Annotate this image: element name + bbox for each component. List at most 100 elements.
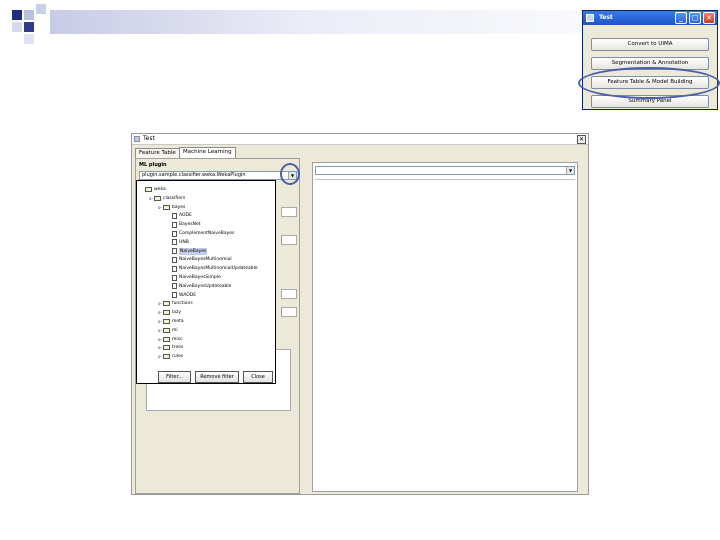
tree-leaf-item[interactable]: NaiveBayesMultinomialUpdateable — [167, 265, 258, 272]
highlight-ellipse — [280, 163, 300, 185]
text-field[interactable] — [281, 307, 297, 317]
tree-folder-item[interactable]: o-rules — [158, 353, 183, 360]
convert-to-uima-button[interactable]: Convert to UIMA — [591, 38, 709, 51]
classifier-tree-popup: weka o-classifiers o-bayes AODE BayesNet Comp… — [136, 180, 276, 384]
expand-toggle-icon[interactable]: o- — [149, 195, 153, 202]
tree-leaf-item[interactable]: WAODE — [167, 292, 196, 299]
file-icon — [172, 265, 177, 272]
highlight-ellipse — [578, 67, 720, 99]
folder-icon — [154, 195, 161, 201]
results-select[interactable]: ▼ — [315, 166, 575, 175]
remove-filter-button[interactable]: Remove filter — [195, 371, 239, 383]
folder-icon — [163, 301, 170, 307]
folder-icon — [163, 354, 170, 360]
close-icon[interactable]: ✕ — [577, 135, 586, 144]
file-icon — [172, 212, 177, 219]
decor-square — [24, 34, 34, 44]
close-icon[interactable]: ✕ — [703, 12, 715, 24]
tree-leaf-item[interactable]: NaiveBayes — [167, 247, 208, 255]
tree-folder-item[interactable]: o-mi — [158, 327, 178, 334]
ml-plugin-select[interactable]: plugin.sample.classifier.weka.WekaPlugin… — [139, 171, 297, 180]
file-icon — [172, 256, 177, 263]
tree-item-label: ComplementNaiveBayes — [179, 231, 235, 236]
tree-folder-item[interactable]: o-classifiers — [149, 195, 185, 202]
file-icon — [172, 292, 177, 299]
expand-toggle-icon[interactable]: o- — [158, 336, 162, 343]
tree-leaf-item[interactable]: NaiveBayesUpdateable — [167, 283, 231, 290]
folder-icon — [163, 204, 170, 210]
folder-icon — [163, 327, 170, 333]
tree-leaf-item[interactable]: HNB — [167, 239, 189, 246]
folder-icon — [163, 310, 170, 316]
decor-square — [36, 4, 46, 14]
expand-toggle-icon[interactable]: o- — [158, 344, 162, 351]
secondary-select[interactable] — [281, 207, 297, 217]
filter-button[interactable]: Filter... — [158, 371, 191, 383]
tree-item-label: NaiveBayesUpdateable — [179, 283, 232, 289]
tree-folder-item[interactable]: o-misc — [158, 336, 182, 343]
ml-plugin-value: plugin.sample.classifier.weka.WekaPlugin — [142, 172, 246, 178]
text-field[interactable] — [281, 289, 297, 299]
tree-leaf-item[interactable]: BayesNet — [167, 221, 201, 228]
tree-item-label: classifiers — [163, 195, 186, 201]
folder-icon — [145, 187, 152, 192]
tree-item-label: meta — [172, 319, 184, 324]
right-panel: ▼ — [312, 162, 578, 492]
folder-icon — [163, 319, 170, 324]
file-icon — [172, 248, 177, 255]
decor-square — [24, 22, 34, 32]
expand-toggle-icon[interactable]: o- — [158, 318, 162, 325]
tree-item-label: mi — [172, 327, 178, 333]
app-icon — [134, 136, 140, 142]
tab-machine-learning[interactable]: Machine Learning — [179, 147, 236, 158]
app-icon — [586, 14, 594, 22]
mini-window-title: Test — [599, 14, 613, 21]
tree-item-label: weka — [154, 187, 166, 192]
minimize-icon[interactable]: _ — [675, 12, 687, 24]
main-window-titlebar: Test ✕ — [132, 134, 588, 145]
tree-item-label: BayesNet — [179, 222, 201, 228]
tree-item-label: NaiveBayesSimple — [179, 275, 221, 280]
tree-item-label: rules — [172, 354, 184, 360]
tab-feature-table[interactable]: Feature Table — [135, 148, 180, 158]
tree-leaf-item[interactable]: NaiveBayesSimple — [167, 274, 221, 281]
tree-item-label: NaiveBayesMultinomialUpdateable — [179, 266, 258, 272]
tree-folder-item[interactable]: o-functions — [158, 300, 193, 307]
tree-folder-item[interactable]: o-meta — [158, 318, 184, 325]
expand-toggle-icon[interactable]: o- — [158, 309, 162, 316]
close-button[interactable]: Close — [243, 371, 273, 383]
tree-item-label: lazy — [172, 310, 182, 316]
tree-folder-item[interactable]: o-lazy — [158, 309, 181, 316]
ml-plugin-label: ML plugin — [139, 162, 167, 168]
tree-item-label: trees — [172, 345, 184, 351]
tree-item-label: AODE — [179, 213, 192, 219]
chevron-down-icon[interactable]: ▼ — [566, 167, 574, 174]
results-area — [315, 179, 575, 489]
file-icon — [172, 221, 177, 228]
text-field[interactable] — [281, 235, 297, 245]
tree-leaf-item[interactable]: AODE — [167, 212, 192, 219]
tree-item-label: functions — [172, 301, 193, 307]
tree-item-label: misc — [172, 336, 183, 342]
tree-folder-item[interactable]: weka — [140, 186, 166, 193]
tree-item-label: WAODE — [179, 292, 197, 298]
tree-item-label: NaiveBayes — [179, 247, 208, 255]
expand-toggle-icon[interactable]: o- — [158, 204, 162, 211]
tree-item-label: NaiveBayesMultinomial — [179, 257, 232, 263]
tree-item-label: bayes — [172, 204, 186, 210]
mini-window-titlebar: Test _ □ ✕ — [583, 11, 717, 25]
tree-folder-item[interactable]: o-bayes — [158, 204, 185, 211]
folder-icon — [163, 336, 170, 342]
decor-square — [24, 10, 34, 20]
expand-toggle-icon[interactable]: o- — [158, 353, 162, 360]
tree-folder-item[interactable]: o-trees — [158, 344, 183, 351]
tree-leaf-item[interactable]: NaiveBayesMultinomial — [167, 256, 232, 263]
maximize-icon[interactable]: □ — [689, 12, 701, 24]
file-icon — [172, 239, 177, 246]
tree-item-label: HNB — [179, 239, 189, 245]
expand-toggle-icon[interactable]: o- — [158, 327, 162, 334]
expand-toggle-icon[interactable]: o- — [158, 300, 162, 307]
decor-square — [12, 10, 22, 20]
tree-leaf-item[interactable]: ComplementNaiveBayes — [167, 230, 234, 237]
file-icon — [172, 274, 177, 281]
